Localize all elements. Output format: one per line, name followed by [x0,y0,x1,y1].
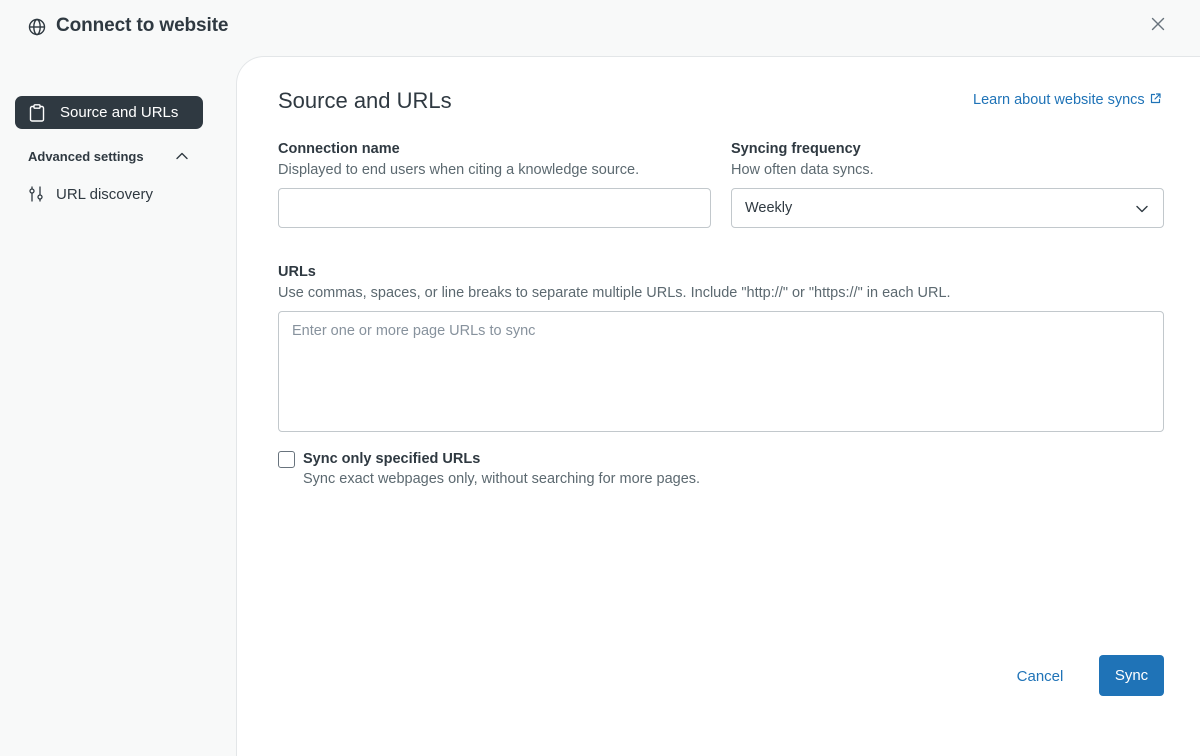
modal-title: Connect to website [56,15,229,36]
page-title: Source and URLs [278,88,452,113]
learn-about-link[interactable]: Learn about website syncs [973,92,1161,108]
sidebar: Source and URLs Advanced settings URL di… [0,56,236,724]
sidebar-item-label: Source and URLs [60,104,179,121]
connection-name-hint: Displayed to end users when citing a kno… [278,162,640,178]
section-label: Advanced settings [28,149,144,164]
learn-link-label: Learn about website syncs [973,92,1145,108]
urls-textarea[interactable] [278,311,1164,432]
syncing-frequency-hint: How often data syncs. [731,162,874,178]
connection-name-input[interactable] [278,188,711,228]
close-icon[interactable] [1149,15,1167,33]
sliders-icon [29,186,43,202]
syncing-frequency-select[interactable]: Weekly [731,188,1164,228]
syncing-frequency-label: Syncing frequency [731,141,861,157]
globe-icon [28,18,46,36]
sync-only-label[interactable]: Sync only specified URLs [303,451,480,467]
sync-only-hint: Sync exact webpages only, without search… [303,471,701,487]
connection-name-label: Connection name [278,141,400,157]
sync-button[interactable]: Sync [1099,655,1164,696]
select-value: Weekly [745,200,793,216]
chevron-down-icon [1136,205,1148,213]
sidebar-item-url-discovery[interactable]: URL discovery [28,184,208,206]
clipboard-icon [29,104,45,122]
sidebar-item-label: URL discovery [56,186,153,203]
main-panel: Source and URLs Learn about website sync… [236,56,1200,756]
sync-only-checkbox[interactable] [278,451,295,468]
modal-header: Connect to website [0,0,1200,56]
chevron-up-icon [176,152,188,160]
urls-hint: Use commas, spaces, or line breaks to se… [278,285,951,301]
advanced-settings-toggle[interactable]: Advanced settings [28,147,192,167]
external-link-icon [1150,93,1161,104]
sidebar-item-source-and-urls[interactable]: Source and URLs [15,96,203,129]
cancel-button[interactable]: Cancel [1000,656,1080,696]
urls-label: URLs [278,264,316,280]
